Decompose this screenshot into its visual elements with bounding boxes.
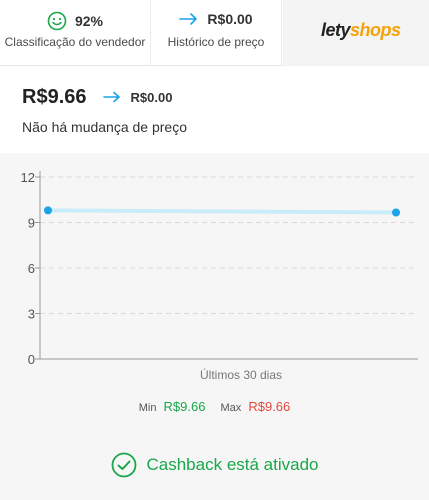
max-value: R$9.66	[248, 399, 291, 414]
data-point	[392, 208, 400, 217]
previous-price: R$0.00	[130, 90, 173, 105]
price-history[interactable]: R$0.00 Histórico de preço	[150, 0, 282, 66]
y-tick-label: 3	[28, 307, 35, 322]
max-label: Max	[220, 402, 242, 414]
current-price: R$9.66	[22, 86, 87, 108]
arrow-right-icon	[102, 87, 121, 108]
price-history-value: R$0.00	[207, 11, 253, 27]
price-summary: R$9.66 R$0.00 Não há mudança de preço	[0, 67, 429, 153]
seller-rating[interactable]: 92% Classificação do vendedor	[0, 0, 150, 66]
seller-rating-value: 92%	[74, 13, 104, 29]
y-tick-label: 12	[21, 170, 35, 185]
letyshops-logo-area[interactable]: letyshops	[283, 0, 429, 66]
check-circle-icon	[111, 452, 136, 478]
min-label: Min	[138, 402, 157, 414]
price-chart: 0 3 6 9 12 Últimos 30 dias	[21, 170, 418, 382]
top-bar: 92% Classificação do vendedor R$0.00 His…	[0, 0, 429, 66]
min-value: R$9.66	[163, 399, 206, 414]
smile-icon	[47, 11, 67, 31]
min-max-row: Min R$9.66 Max R$9.66	[0, 399, 429, 414]
data-point	[44, 206, 52, 215]
price-history-label: Histórico de preço	[167, 35, 265, 49]
price-change-note: Não há mudança de preço	[22, 119, 187, 135]
cashback-label: Cashback está ativado	[146, 455, 319, 474]
seller-rating-label: Classificação do vendedor	[4, 35, 146, 49]
logo-part-lety: lety	[321, 20, 351, 40]
logo-part-shops: shops	[350, 20, 401, 40]
y-tick-label: 9	[28, 216, 35, 231]
y-tick-label: 6	[28, 261, 35, 276]
letyshops-logo: letyshops	[321, 20, 401, 41]
arrow-right-icon	[179, 13, 198, 25]
cashback-status: Cashback está ativado	[0, 452, 429, 478]
price-chart-panel: 0 3 6 9 12 Últimos 30 dias Min R$9.66 Max R$9…	[0, 153, 429, 500]
x-axis-label: Últimos 30 dias	[200, 367, 282, 382]
y-tick-label: 0	[28, 352, 35, 367]
series-line	[46, 208, 398, 215]
